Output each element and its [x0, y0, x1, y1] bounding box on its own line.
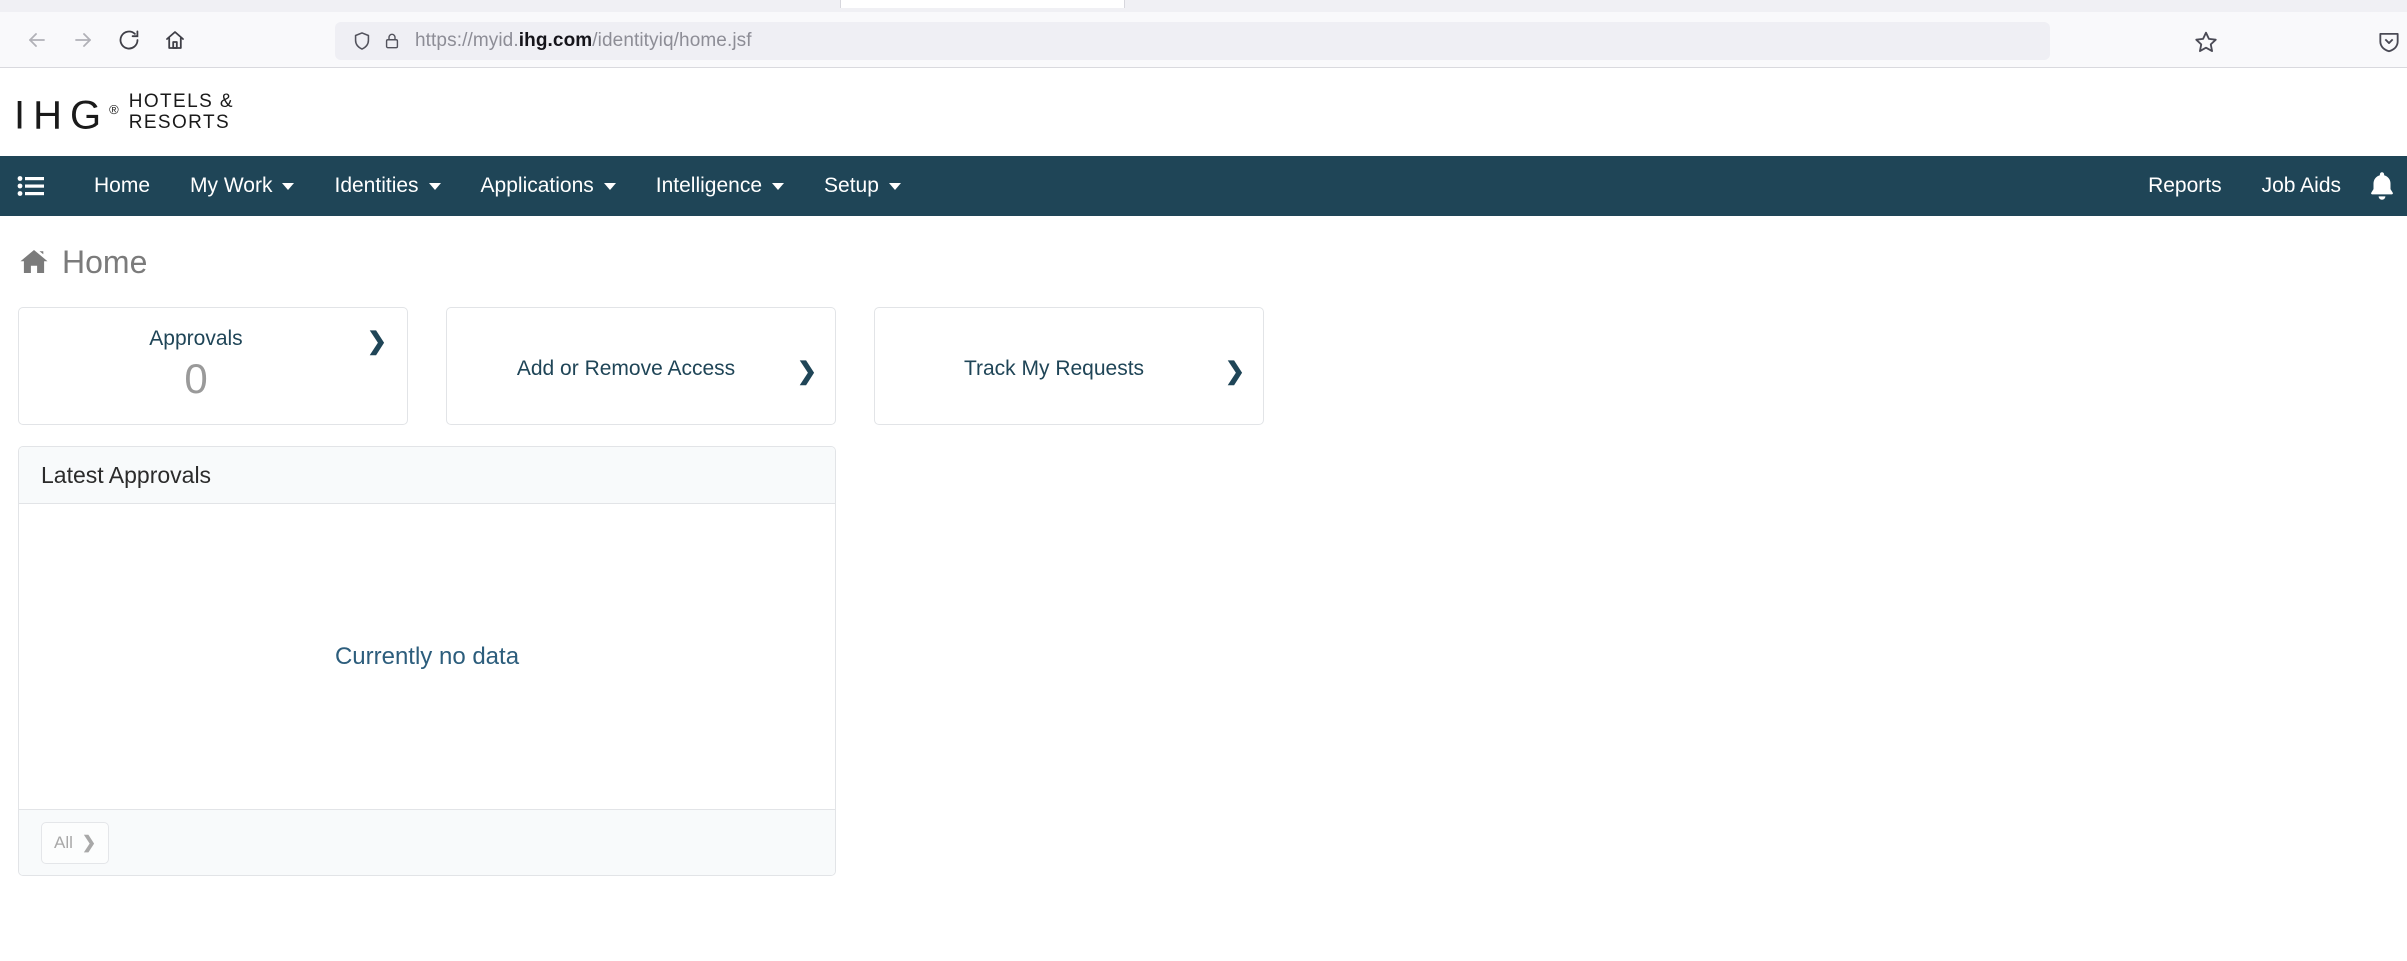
card-approvals[interactable]: Approvals 0 ❯ — [18, 307, 408, 425]
bookmark-button[interactable] — [2190, 26, 2222, 58]
panel-header: Latest Approvals — [19, 447, 835, 504]
logo-subtitle-line2: RESORTS — [128, 112, 231, 133]
nav-item-intelligence-label: Intelligence — [655, 174, 763, 197]
lock-icon[interactable] — [377, 31, 407, 51]
logo-registered-mark: ® — [109, 102, 119, 117]
chevron-down-icon — [282, 182, 295, 190]
nav-item-applications-label: Applications — [480, 174, 594, 197]
reload-button[interactable] — [106, 17, 152, 63]
card-track-my-requests-label: Track My Requests — [963, 357, 1145, 380]
tracking-shield-icon[interactable] — [347, 30, 377, 52]
nav-item-intelligence[interactable]: Intelligence — [636, 156, 804, 216]
url-host: ihg.com — [518, 30, 593, 51]
logo-subtitle: HOTELS & RESORTS — [129, 91, 234, 133]
nav-item-applications[interactable]: Applications — [461, 156, 636, 216]
extensions-button[interactable] — [2373, 26, 2405, 58]
chevron-right-icon: ❯ — [81, 833, 97, 852]
chevron-down-icon — [772, 182, 785, 190]
nav-item-home[interactable]: Home — [74, 156, 170, 216]
page-header: Home — [18, 246, 147, 278]
chevron-right-icon[interactable]: ❯ — [1225, 360, 1245, 384]
panel-footer: All ❯ — [19, 809, 835, 875]
main-navbar: Home My Work Identities Applications Int… — [0, 156, 2407, 216]
forward-arrow-icon — [75, 32, 91, 47]
url-prefix: https://myid. — [415, 30, 519, 51]
address-bar[interactable]: https://myid.ihg.com/identityiq/home.jsf — [335, 22, 2050, 60]
home-icon — [166, 30, 184, 49]
latest-approvals-panel: Latest Approvals Currently no data All ❯ — [18, 446, 836, 876]
navbar-right-group: Reports Job Aids — [2128, 156, 2407, 216]
ihg-logo[interactable]: IHG® HOTELS & RESORTS — [14, 88, 234, 137]
chevron-down-icon — [888, 182, 901, 190]
summary-cards: Approvals 0 ❯ Add or Remove Access ❯ Tra… — [18, 307, 1264, 425]
url-text: https://myid.ihg.com/identityiq/home.jsf — [415, 30, 752, 52]
nav-item-job-aids[interactable]: Job Aids — [2242, 156, 2361, 216]
home-icon — [18, 247, 50, 277]
nav-item-my-work-label: My Work — [190, 174, 273, 197]
nav-item-reports-label: Reports — [2148, 174, 2222, 197]
logo-subtitle-line1: HOTELS & — [128, 91, 234, 112]
logo-mark: IHG® — [14, 88, 119, 137]
logo-mark-text: IHG — [14, 93, 110, 138]
bell-icon — [2371, 172, 2393, 200]
home-button[interactable] — [152, 17, 198, 63]
chevron-down-shield-icon — [2379, 32, 2399, 53]
browser-toolbar: https://myid.ihg.com/identityiq/home.jsf — [0, 12, 2407, 67]
star-icon — [2195, 31, 2217, 53]
chevron-right-icon[interactable]: ❯ — [367, 330, 387, 354]
view-all-button-label: All — [54, 832, 73, 852]
chevron-right-icon[interactable]: ❯ — [797, 360, 817, 384]
forward-button[interactable] — [60, 17, 106, 63]
browser-chrome: https://myid.ihg.com/identityiq/home.jsf — [0, 0, 2407, 68]
nav-item-my-work[interactable]: My Work — [170, 156, 314, 216]
panel-title: Latest Approvals — [41, 461, 212, 488]
nav-item-identities-label: Identities — [334, 174, 419, 197]
card-approvals-count: 0 — [184, 355, 208, 402]
page-title: Home — [62, 244, 148, 280]
chevron-down-icon — [428, 182, 441, 190]
back-arrow-icon — [29, 32, 45, 47]
page-content: Home Approvals 0 ❯ Add or Remove Access … — [0, 216, 2407, 961]
url-path: /identityiq/home.jsf — [592, 30, 752, 51]
chevron-down-icon — [603, 182, 616, 190]
empty-state-message: Currently no data — [334, 642, 520, 670]
notifications-button[interactable] — [2361, 156, 2407, 216]
card-track-my-requests[interactable]: Track My Requests ❯ — [874, 307, 1264, 425]
back-button[interactable] — [14, 17, 60, 63]
nav-item-job-aids-label: Job Aids — [2261, 174, 2341, 197]
brand-header: IHG® HOTELS & RESORTS — [0, 68, 2407, 156]
nav-item-identities[interactable]: Identities — [314, 156, 460, 216]
nav-item-setup-label: Setup — [824, 174, 879, 197]
card-approvals-label: Approvals — [149, 327, 243, 350]
browser-tab[interactable] — [840, 0, 1125, 8]
panel-body: Currently no data — [19, 504, 835, 809]
list-menu-icon[interactable] — [16, 173, 46, 199]
reload-icon — [119, 30, 139, 49]
card-add-or-remove-access-label: Add or Remove Access — [516, 357, 736, 380]
nav-item-setup[interactable]: Setup — [804, 156, 921, 216]
card-add-or-remove-access[interactable]: Add or Remove Access ❯ — [446, 307, 836, 425]
nav-item-reports[interactable]: Reports — [2128, 156, 2242, 216]
tab-strip — [0, 0, 2407, 12]
view-all-button[interactable]: All ❯ — [41, 821, 110, 864]
nav-item-home-label: Home — [94, 174, 151, 197]
